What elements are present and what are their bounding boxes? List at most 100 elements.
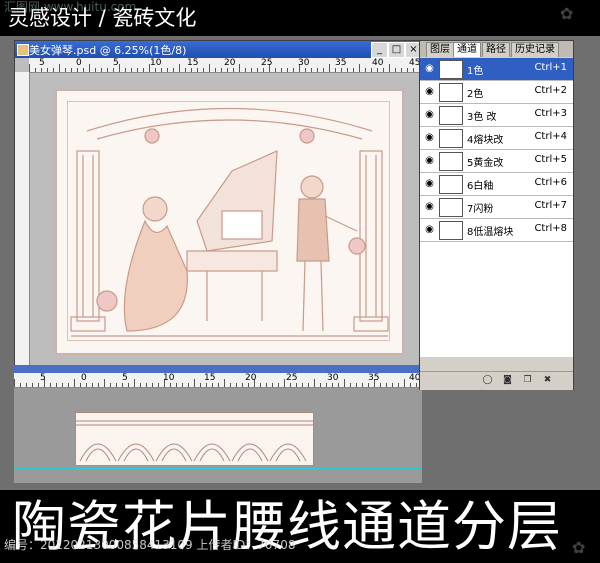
ruler-label: 10 xyxy=(150,58,162,68)
ruler-tick xyxy=(233,68,234,72)
channel-thumbnail xyxy=(439,221,463,240)
ruler-label: 5 xyxy=(122,373,128,383)
ruler-tick xyxy=(413,68,414,72)
visibility-eye-icon[interactable]: ◉ xyxy=(423,224,436,235)
ruler-label: 20 xyxy=(245,373,257,383)
ruler-tick xyxy=(122,383,123,387)
ruler-tick xyxy=(32,383,33,387)
ruler-tick xyxy=(410,383,411,387)
ruler-tick xyxy=(221,68,222,72)
ruler-tick xyxy=(326,383,327,387)
ruler-label: 30 xyxy=(327,373,339,383)
ruler-tick xyxy=(212,383,213,387)
ruler-tick xyxy=(371,68,372,72)
ruler-tick xyxy=(332,383,333,387)
vertical-ruler[interactable] xyxy=(15,72,30,366)
ruler-tick xyxy=(113,68,114,72)
ruler-tick xyxy=(251,68,252,72)
ruler-tick xyxy=(230,383,231,387)
ruler-tick xyxy=(398,383,399,387)
visibility-eye-icon[interactable]: ◉ xyxy=(423,178,436,189)
channel-thumbnail xyxy=(439,129,463,148)
ruler-tick xyxy=(89,64,90,72)
ruler-tick xyxy=(311,68,312,72)
ruler-tick xyxy=(197,68,198,72)
ruler-tick xyxy=(416,383,417,387)
visibility-eye-icon[interactable]: ◉ xyxy=(423,201,436,212)
channel-name: 1色 xyxy=(467,66,484,77)
ruler-tick xyxy=(347,68,348,72)
ruler-label: 25 xyxy=(286,373,298,383)
guide-line[interactable] xyxy=(14,468,422,469)
ruler-tick xyxy=(215,68,216,72)
channel-name: 4熔块改 xyxy=(467,135,504,146)
ruler-label: 20 xyxy=(224,58,236,68)
ruler-tick xyxy=(38,383,39,387)
border-tile-artwork[interactable] xyxy=(75,412,314,466)
tab-layers[interactable]: 图层 xyxy=(426,42,454,57)
visibility-eye-icon[interactable]: ◉ xyxy=(423,86,436,97)
minimize-button[interactable]: _ xyxy=(371,42,388,58)
channel-row[interactable]: ◉ 4熔块改 Ctrl+4 xyxy=(420,127,573,150)
document-titlebar[interactable]: 美女弹琴.psd @ 6.25%(1色/8) _ □ × xyxy=(15,41,423,58)
ruler-tick xyxy=(116,383,117,387)
horizontal-ruler[interactable]: 5 0 5 10 15 20 25 30 35 40 45 xyxy=(29,58,423,73)
artwork-canvas[interactable] xyxy=(55,89,404,355)
ruler-label: 40 xyxy=(372,58,384,68)
channel-name: 5黄金改 xyxy=(467,158,504,169)
visibility-eye-icon[interactable]: ◉ xyxy=(423,155,436,166)
visibility-eye-icon[interactable]: ◉ xyxy=(423,63,436,74)
channel-thumbnail xyxy=(439,106,463,125)
channel-row[interactable]: ◉ 2色 Ctrl+2 xyxy=(420,81,573,104)
ruler-tick xyxy=(14,379,15,387)
ruler-tick xyxy=(314,379,315,387)
ruler-tick xyxy=(380,383,381,387)
guide-line[interactable] xyxy=(14,395,422,396)
ruler-tick xyxy=(98,383,99,387)
ruler-label: 0 xyxy=(76,58,82,68)
second-document-ruler[interactable]: 5 0 5 10 15 20 25 30 35 40 xyxy=(14,373,422,388)
channel-thumbnail xyxy=(439,198,463,217)
tab-paths[interactable]: 路径 xyxy=(482,42,510,57)
tab-channels[interactable]: 通道 xyxy=(453,42,481,57)
channel-row[interactable]: ◉ 7闪粉 Ctrl+7 xyxy=(420,196,573,219)
ruler-tick xyxy=(350,383,351,387)
delete-channel-icon[interactable]: ✖ xyxy=(542,375,553,386)
channel-row[interactable]: ◉ 3色 改 Ctrl+3 xyxy=(420,104,573,127)
channel-name: 7闪粉 xyxy=(467,204,494,215)
visibility-eye-icon[interactable]: ◉ xyxy=(423,132,436,143)
channel-row[interactable]: ◉ 6白釉 Ctrl+6 xyxy=(420,173,573,196)
ruler-tick xyxy=(287,68,288,72)
panel-footer: ◯ ◙ ❐ ✖ xyxy=(420,371,573,390)
channel-shortcut: Ctrl+4 xyxy=(534,131,567,142)
ruler-tick xyxy=(365,68,366,72)
ruler-label: 30 xyxy=(298,58,310,68)
ruler-tick xyxy=(110,383,111,387)
ruler-tick xyxy=(368,383,369,387)
maximize-button[interactable]: □ xyxy=(388,42,405,58)
channel-shortcut: Ctrl+2 xyxy=(534,85,567,96)
channel-row[interactable]: ◉ 5黄金改 Ctrl+5 xyxy=(420,150,573,173)
new-channel-icon[interactable]: ❐ xyxy=(522,375,533,386)
tab-history[interactable]: 历史记录 xyxy=(511,42,559,57)
visibility-eye-icon[interactable]: ◉ xyxy=(423,109,436,120)
ruler-label: 5 xyxy=(113,58,119,68)
ruler-tick xyxy=(191,68,192,72)
ruler-tick xyxy=(182,383,183,387)
ruler-tick xyxy=(62,383,63,387)
ruler-tick xyxy=(50,383,51,387)
ruler-tick xyxy=(176,383,177,387)
ruler-tick xyxy=(56,383,57,387)
ruler-tick xyxy=(47,68,48,72)
ruler-tick xyxy=(128,383,129,387)
ruler-tick xyxy=(35,68,36,72)
save-selection-icon[interactable]: ◙ xyxy=(502,375,513,386)
ruler-label: 35 xyxy=(335,58,347,68)
ruler-label: 15 xyxy=(204,373,216,383)
second-document-titlebar[interactable] xyxy=(14,365,422,373)
channel-row[interactable]: ◉ 8低温熔块 Ctrl+8 xyxy=(420,219,573,242)
load-selection-icon[interactable]: ◯ xyxy=(482,375,493,386)
channel-row[interactable]: ◉ 1色 Ctrl+1 xyxy=(420,58,573,81)
document-window[interactable]: 美女弹琴.psd @ 6.25%(1色/8) _ □ × 5 0 5 10 15 20 25… xyxy=(14,40,424,367)
ruler-tick xyxy=(290,383,291,387)
